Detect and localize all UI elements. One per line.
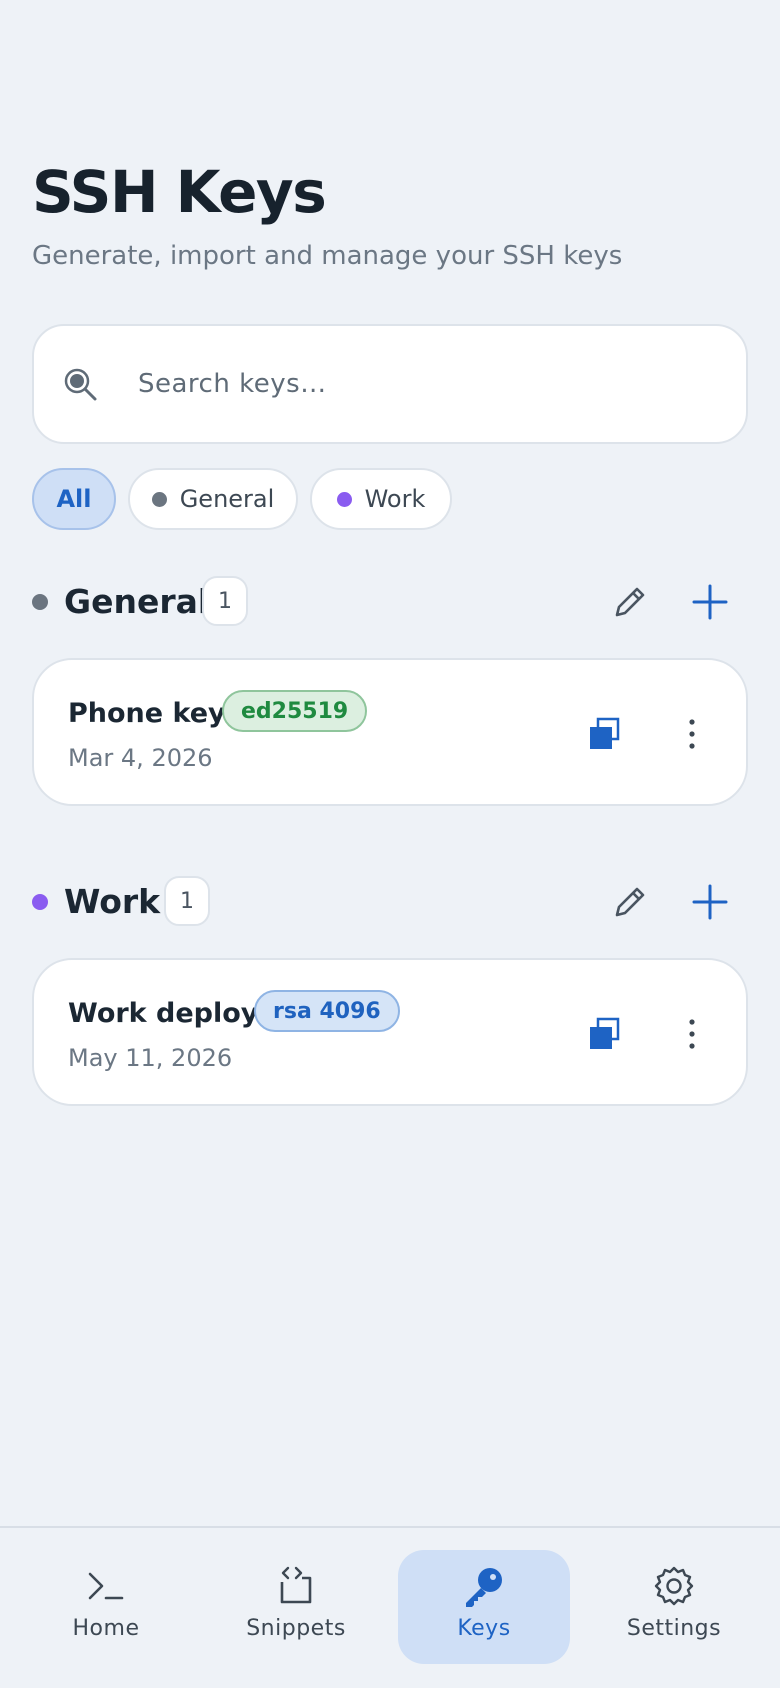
filter-chip-work[interactable]: Work [310,468,452,530]
group-header-work: Work 1 [32,876,748,928]
bottom-nav: Home Snippets Keys Settings [0,1526,780,1688]
filter-chip-label: All [56,485,92,513]
category-dot [151,491,167,507]
group-name: General [64,582,210,621]
gear-icon [654,1566,694,1606]
key-card[interactable]: Work deploy rsa 4096 May 11, 2026 [32,958,748,1106]
search-bar[interactable] [32,324,748,444]
group-header-general: General 1 [32,576,748,628]
nav-item-settings[interactable]: Settings [588,1550,760,1664]
category-dot [336,491,352,507]
filter-chip-label: General [179,485,275,513]
key-type-badge: rsa 4096 [254,990,400,1032]
nav-label: Keys [457,1616,511,1641]
key-name: Work deploy [68,998,259,1029]
filter-chip-label: Work [364,485,426,513]
add-key-icon[interactable] [688,580,732,624]
page-subtitle: Generate, import and manage your SSH key… [32,241,623,271]
filter-chip-all[interactable]: All [32,468,116,530]
group-count-badge: 1 [202,576,248,626]
nav-item-keys[interactable]: Keys [398,1550,570,1664]
key-date: May 11, 2026 [68,1044,233,1072]
code-snippet-icon [280,1566,312,1604]
key-card[interactable]: Phone key ed25519 Mar 4, 2026 [32,658,748,806]
nav-item-home[interactable]: Home [20,1550,192,1664]
key-icon [466,1568,502,1607]
more-options-icon[interactable] [672,714,712,754]
key-name: Phone key [68,698,226,729]
filter-chip-general[interactable]: General [128,468,298,530]
page-title: SSH Keys [32,158,327,226]
key-date: Mar 4, 2026 [68,744,213,772]
add-key-icon[interactable] [688,880,732,924]
edit-group-icon[interactable] [608,880,652,924]
group-color-dot [32,894,48,910]
nav-label: Settings [626,1616,722,1641]
copy-icon[interactable] [584,1014,624,1054]
group-color-dot [32,594,48,610]
group-name: Work [64,882,161,921]
nav-label: Home [72,1616,140,1641]
nav-item-snippets[interactable]: Snippets [210,1550,382,1664]
copy-icon[interactable] [584,714,624,754]
search-input[interactable] [138,326,728,442]
more-options-icon[interactable] [672,1014,712,1054]
group-count-badge: 1 [164,876,210,926]
edit-group-icon[interactable] [608,580,652,624]
search-icon [64,368,97,401]
key-type-badge: ed25519 [222,690,368,732]
terminal-icon [88,1572,124,1600]
nav-label: Snippets [246,1616,346,1641]
